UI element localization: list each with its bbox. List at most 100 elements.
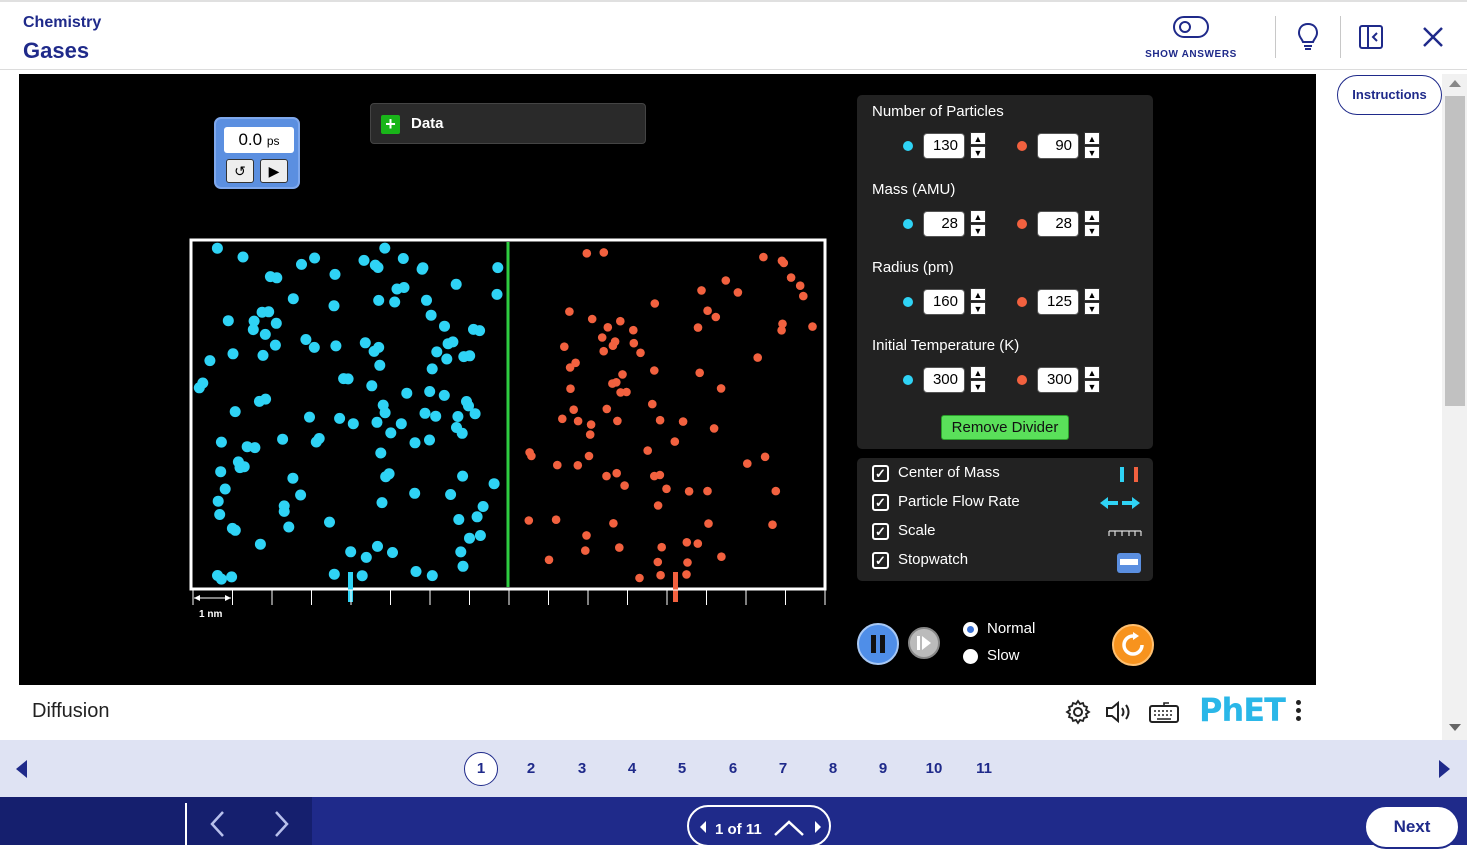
page-button-4[interactable]: 4 bbox=[615, 752, 649, 786]
small-right-arrow-icon[interactable] bbox=[813, 820, 823, 834]
cyan-mass-input[interactable]: 28 bbox=[923, 211, 965, 237]
increment-arrow-icon[interactable]: ▲ bbox=[1084, 132, 1100, 145]
next-section-arrow-icon[interactable] bbox=[1439, 760, 1450, 778]
red-mass-spinner[interactable]: ▲ ▼ bbox=[1084, 210, 1100, 238]
page-button-10[interactable]: 10 bbox=[917, 752, 951, 786]
decrement-arrow-icon[interactable]: ▼ bbox=[1084, 380, 1100, 393]
decrement-arrow-icon[interactable]: ▼ bbox=[970, 146, 986, 159]
step-forward-button[interactable] bbox=[908, 627, 940, 659]
radio-unselected-icon[interactable] bbox=[963, 649, 978, 664]
red-particle bbox=[768, 520, 777, 529]
page-button-6[interactable]: 6 bbox=[716, 752, 750, 786]
particle-flow-rate-checkbox-row[interactable]: ✓ Particle Flow Rate bbox=[872, 492, 1142, 516]
radio-selected-icon[interactable] bbox=[963, 622, 978, 637]
increment-arrow-icon[interactable]: ▲ bbox=[970, 132, 986, 145]
cyan-particle bbox=[424, 434, 435, 446]
cyan-particle bbox=[380, 471, 392, 483]
page-button-11[interactable]: 11 bbox=[967, 752, 1001, 786]
red-mass-input[interactable]: 28 bbox=[1037, 211, 1079, 237]
remove-divider-button[interactable]: Remove Divider bbox=[941, 415, 1069, 440]
cyan-radius-input[interactable]: 160 bbox=[923, 289, 965, 315]
page-button-2[interactable]: 2 bbox=[514, 752, 548, 786]
red-particles-spinner[interactable]: ▲ ▼ bbox=[1084, 132, 1100, 160]
page-title: Gases bbox=[23, 38, 90, 63]
collapse-panel-button[interactable] bbox=[1354, 20, 1388, 54]
red-radius-input[interactable]: 125 bbox=[1037, 289, 1079, 315]
cyan-temperature-input[interactable]: 300 bbox=[923, 367, 965, 393]
increment-arrow-icon[interactable]: ▲ bbox=[970, 366, 986, 379]
decrement-arrow-icon[interactable]: ▼ bbox=[970, 302, 986, 315]
decrement-arrow-icon[interactable]: ▼ bbox=[970, 380, 986, 393]
red-particles-input[interactable]: 90 bbox=[1037, 133, 1079, 159]
back-button[interactable] bbox=[202, 807, 232, 841]
red-radius-spinner[interactable]: ▲ ▼ bbox=[1084, 288, 1100, 316]
page-button-1[interactable]: 1 bbox=[464, 752, 498, 786]
checkbox-checked-icon[interactable]: ✓ bbox=[872, 523, 889, 540]
red-temperature-input[interactable]: 300 bbox=[1037, 367, 1079, 393]
increment-arrow-icon[interactable]: ▲ bbox=[1084, 288, 1100, 301]
page-button-9[interactable]: 9 bbox=[866, 752, 900, 786]
cyan-particle bbox=[397, 253, 409, 264]
more-options-button[interactable] bbox=[1293, 697, 1303, 727]
red-particle bbox=[655, 470, 665, 480]
cyan-particles-input[interactable]: 130 bbox=[923, 133, 965, 159]
small-left-arrow-icon[interactable] bbox=[698, 820, 708, 834]
red-particle bbox=[795, 281, 805, 290]
stopwatch-reset-button[interactable]: ↺ bbox=[226, 159, 254, 183]
increment-arrow-icon[interactable]: ▲ bbox=[970, 288, 986, 301]
speed-normal-radio[interactable]: Normal bbox=[963, 619, 1083, 641]
page-button-8[interactable]: 8 bbox=[816, 752, 850, 786]
expand-plus-icon[interactable]: + bbox=[381, 115, 400, 134]
header-bar: Chemistry Gases SHOW ANSWERS bbox=[0, 0, 1467, 70]
keyboard-shortcuts-button[interactable] bbox=[1149, 697, 1179, 727]
sound-button[interactable] bbox=[1105, 697, 1135, 727]
stopwatch-checkbox-row[interactable]: ✓ Stopwatch bbox=[872, 550, 1142, 574]
decrement-arrow-icon[interactable]: ▼ bbox=[1084, 146, 1100, 159]
cyan-mass-spinner[interactable]: ▲ ▼ bbox=[970, 210, 986, 238]
close-button[interactable] bbox=[1416, 20, 1450, 54]
page-button-7[interactable]: 7 bbox=[766, 752, 800, 786]
data-accordion[interactable]: + Data bbox=[370, 103, 646, 144]
red-particle bbox=[711, 312, 721, 322]
next-button[interactable]: Next bbox=[1364, 805, 1460, 849]
red-temperature-spinner[interactable]: ▲ ▼ bbox=[1084, 366, 1100, 394]
stopwatch[interactable]: 0.0 ps ↺ ▶ bbox=[214, 117, 300, 189]
page-indicator-pill[interactable]: 1 of 11 bbox=[687, 805, 831, 847]
checkbox-checked-icon[interactable]: ✓ bbox=[872, 465, 889, 482]
page-button-5[interactable]: 5 bbox=[665, 752, 699, 786]
page-button-3[interactable]: 3 bbox=[565, 752, 599, 786]
increment-arrow-icon[interactable]: ▲ bbox=[970, 210, 986, 223]
decrement-arrow-icon[interactable]: ▼ bbox=[970, 224, 986, 237]
cyan-radius-spinner[interactable]: ▲ ▼ bbox=[970, 288, 986, 316]
show-answers-toggle[interactable]: SHOW ANSWERS bbox=[1140, 16, 1242, 62]
scrollbar[interactable] bbox=[1442, 74, 1467, 740]
reset-all-button[interactable] bbox=[1112, 624, 1154, 666]
cyan-temperature-spinner[interactable]: ▲ ▼ bbox=[970, 366, 986, 394]
stopwatch-unit: ps bbox=[266, 134, 280, 148]
stopwatch-play-button[interactable]: ▶ bbox=[260, 159, 288, 183]
increment-arrow-icon[interactable]: ▲ bbox=[1084, 366, 1100, 379]
scale-checkbox-row[interactable]: ✓ Scale bbox=[872, 521, 1142, 545]
red-particle bbox=[656, 570, 665, 580]
phet-logo[interactable]: PhET bbox=[1199, 691, 1286, 729]
checkbox-checked-icon[interactable]: ✓ bbox=[872, 494, 889, 511]
pause-button[interactable] bbox=[857, 623, 899, 665]
scroll-up-arrow-icon[interactable] bbox=[1449, 80, 1461, 87]
scrollbar-thumb[interactable] bbox=[1445, 96, 1465, 406]
instructions-button[interactable]: Instructions bbox=[1337, 75, 1442, 115]
speed-slow-radio[interactable]: Slow bbox=[963, 646, 1083, 668]
forward-button[interactable] bbox=[267, 807, 297, 841]
settings-button[interactable] bbox=[1063, 697, 1093, 727]
chevron-up-icon[interactable] bbox=[773, 819, 805, 837]
scroll-down-arrow-icon[interactable] bbox=[1449, 724, 1461, 731]
center-of-mass-checkbox-row[interactable]: ✓ Center of Mass bbox=[872, 463, 1142, 487]
previous-section-arrow-icon[interactable] bbox=[16, 760, 27, 778]
checkbox-checked-icon[interactable]: ✓ bbox=[872, 552, 889, 569]
red-particle bbox=[693, 323, 703, 332]
increment-arrow-icon[interactable]: ▲ bbox=[1084, 210, 1100, 223]
hint-button[interactable] bbox=[1291, 20, 1325, 54]
decrement-arrow-icon[interactable]: ▼ bbox=[1084, 302, 1100, 315]
toggle-switch-icon[interactable] bbox=[1173, 16, 1209, 38]
cyan-particles-spinner[interactable]: ▲ ▼ bbox=[970, 132, 986, 160]
decrement-arrow-icon[interactable]: ▼ bbox=[1084, 224, 1100, 237]
